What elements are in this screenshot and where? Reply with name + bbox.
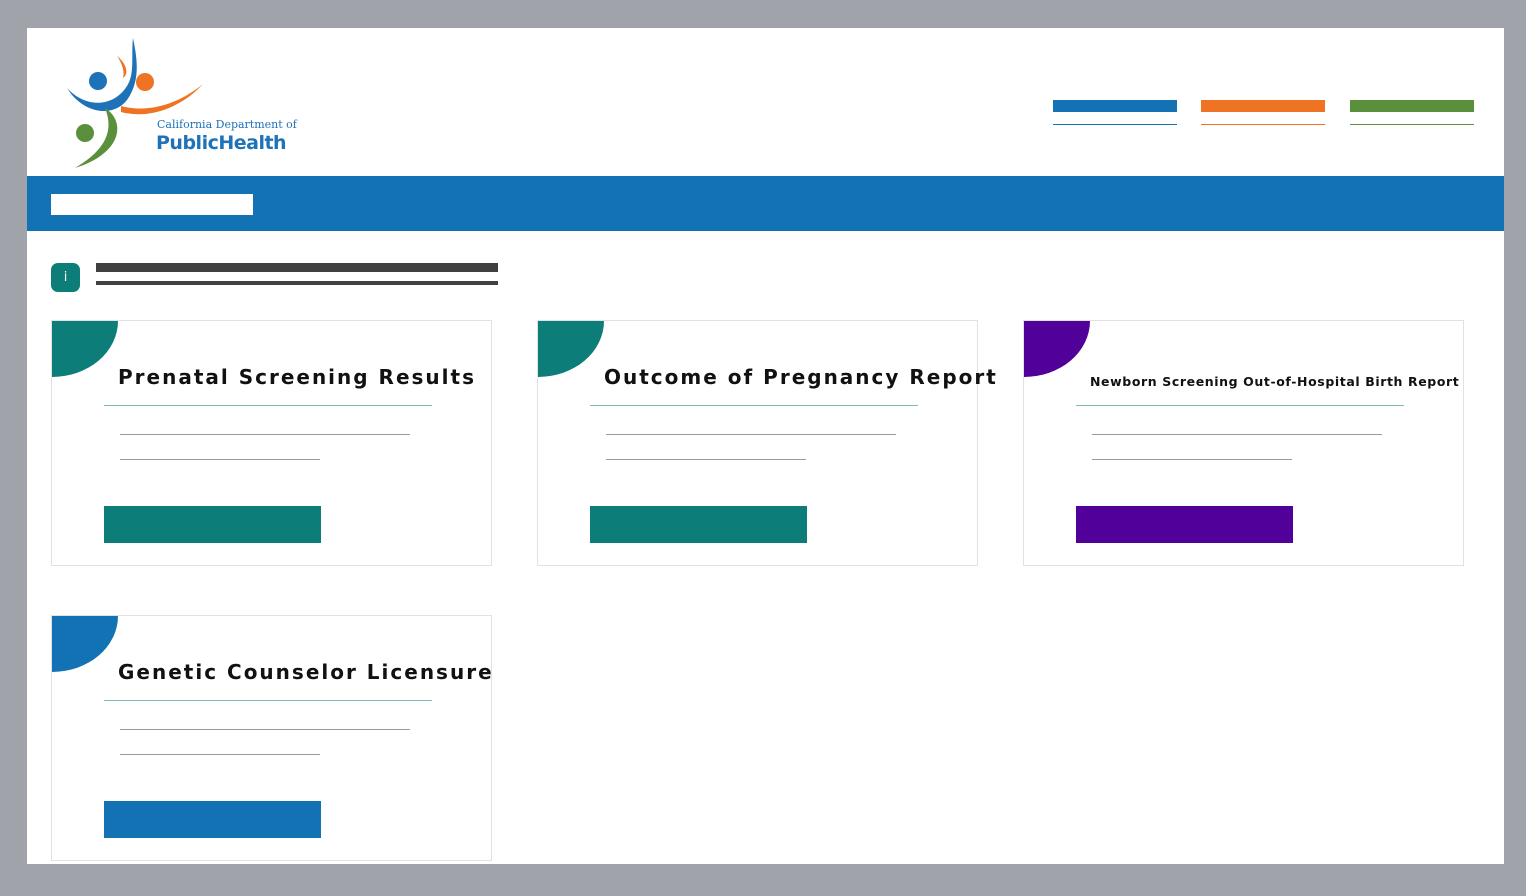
nav-link-green[interactable] — [1350, 100, 1474, 126]
nav-link-green-underline — [1350, 124, 1474, 125]
card-prenatal-screening: Prenatal Screening Results — [51, 320, 492, 566]
cdph-logo[interactable]: California Department of PublicHealth — [65, 36, 297, 171]
logo-publichealth-text: PublicHealth — [156, 132, 287, 154]
card-outcome-of-pregnancy: Outcome of Pregnancy Report — [537, 320, 996, 566]
logo-department-text: California Department of — [157, 118, 297, 131]
card-description-line-2 — [120, 459, 320, 460]
notice-text-line-2 — [96, 281, 498, 285]
card-title-divider — [104, 700, 432, 701]
card-corner-accent — [538, 321, 604, 377]
card-description-line-1 — [120, 434, 410, 435]
card-title-divider — [590, 405, 918, 406]
nav-link-blue-underline — [1053, 124, 1177, 125]
card-genetic-counselor-licensure: Genetic Counselor Licensure — [51, 615, 492, 861]
card-title-divider — [104, 405, 432, 406]
card-title: Outcome of Pregnancy Report — [604, 365, 998, 389]
card-title-divider — [1076, 405, 1404, 406]
prenatal-screening-button[interactable] — [104, 506, 321, 543]
card-description-line-1 — [120, 729, 410, 730]
nav-link-orange[interactable] — [1201, 100, 1325, 126]
card-corner-accent — [52, 616, 118, 672]
card-corner-accent — [1024, 321, 1090, 377]
card-newborn-screening: Newborn Screening Out-of-Hospital Birth … — [1023, 320, 1464, 566]
page-banner — [27, 176, 1504, 231]
nav-link-orange-bar — [1201, 100, 1325, 112]
genetic-counselor-licensure-button[interactable] — [104, 801, 321, 838]
card-description-line-2 — [120, 754, 320, 755]
outcome-of-pregnancy-button[interactable] — [590, 506, 807, 543]
page-frame: California Department of PublicHealth i … — [27, 28, 1504, 864]
nav-link-orange-underline — [1201, 124, 1325, 125]
nav-link-green-bar — [1350, 100, 1474, 112]
card-description-line-1 — [1092, 434, 1382, 435]
card-description-line-2 — [606, 459, 806, 460]
card-corner-accent — [52, 321, 118, 377]
info-notice: i — [51, 263, 511, 293]
newborn-screening-button[interactable] — [1076, 506, 1293, 543]
card-title: Genetic Counselor Licensure — [118, 660, 494, 684]
nav-link-blue[interactable] — [1053, 100, 1177, 126]
banner-title-placeholder — [51, 194, 253, 215]
card-description-line-1 — [606, 434, 896, 435]
card-title: Newborn Screening Out-of-Hospital Birth … — [1090, 374, 1460, 389]
notice-text-line-1 — [96, 263, 498, 272]
nav-link-blue-bar — [1053, 100, 1177, 112]
info-icon: i — [51, 263, 80, 292]
card-description-line-2 — [1092, 459, 1292, 460]
card-title: Prenatal Screening Results — [118, 365, 476, 389]
